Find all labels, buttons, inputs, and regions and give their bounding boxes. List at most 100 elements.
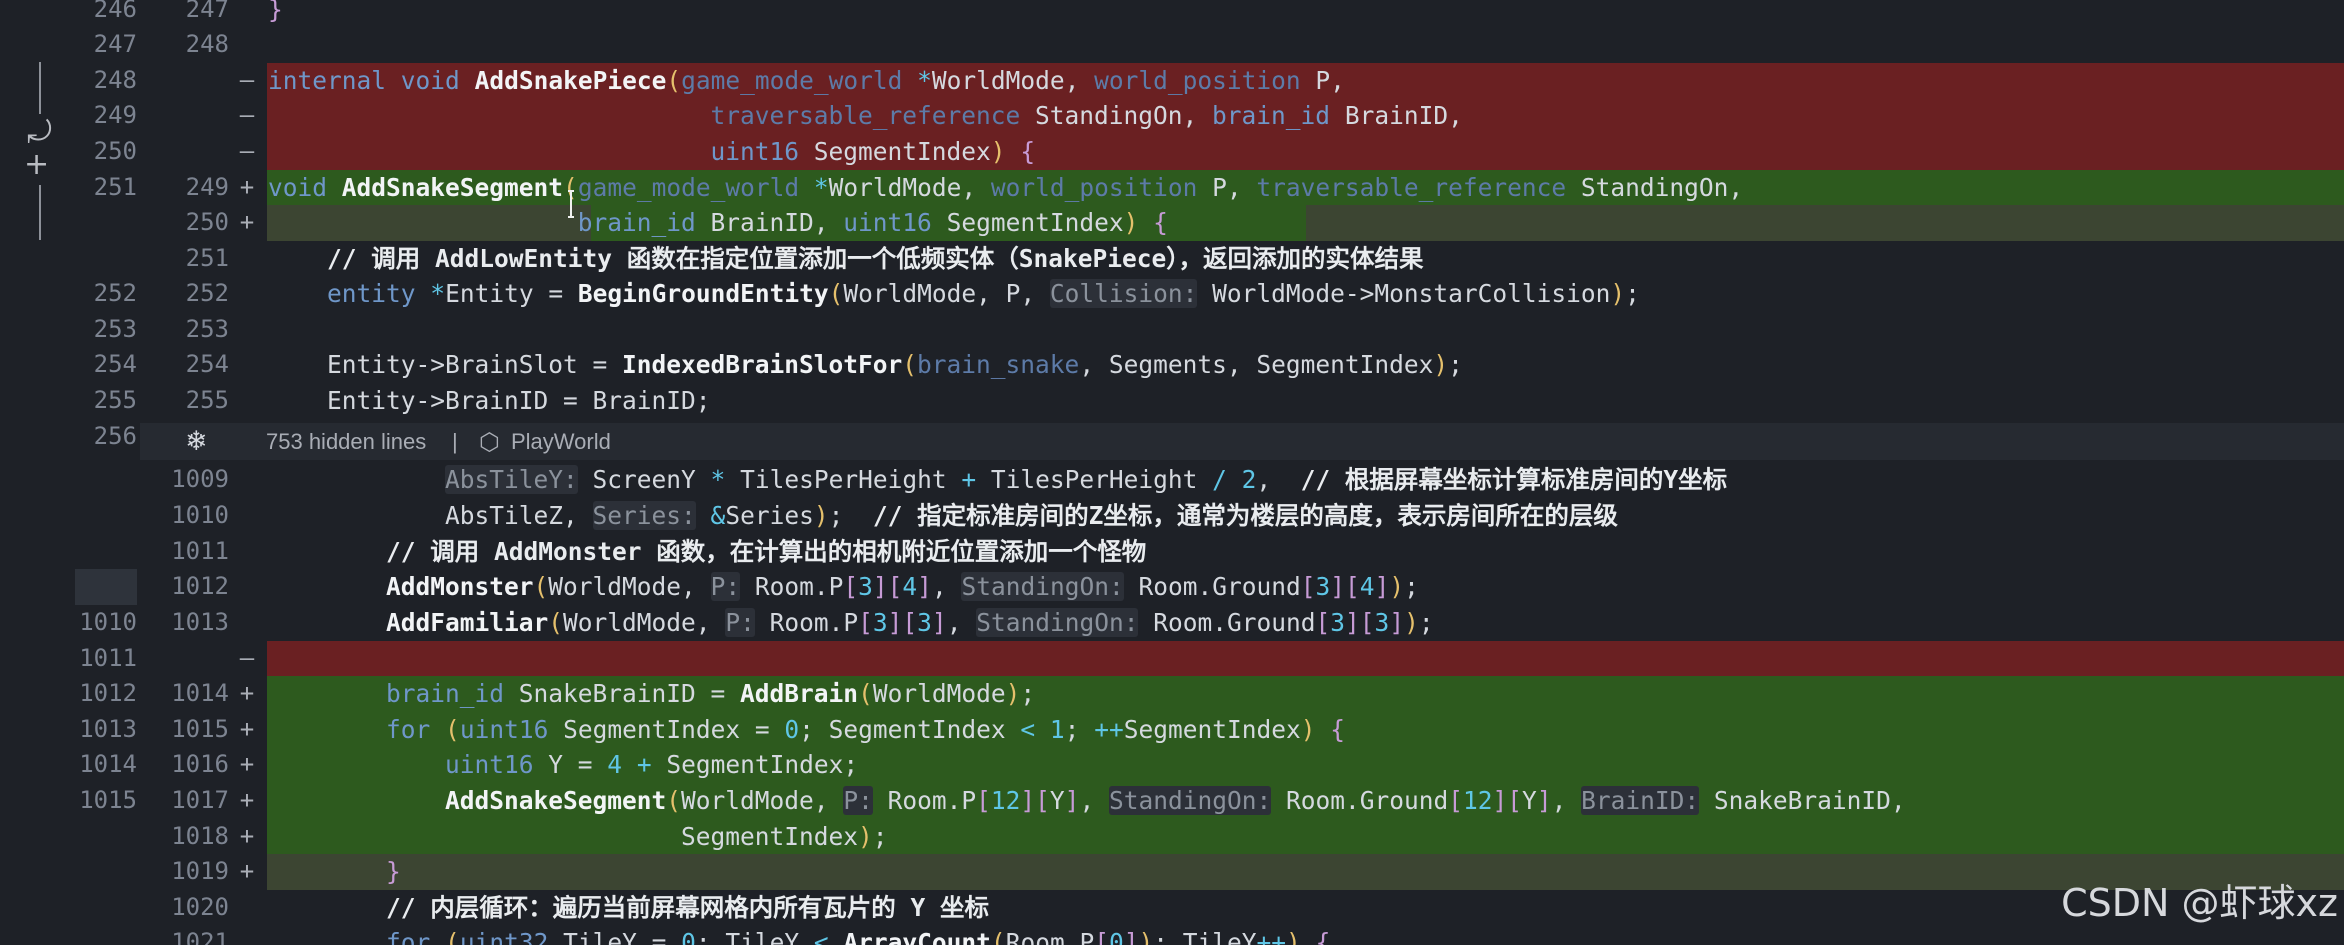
new-line-number: 1015 [171,715,229,743]
added-line[interactable]: 1013 1015 + for (uint16 SegmentIndex = 0; … [75,712,2344,748]
deleted-line[interactable]: 249 — traversable_reference StandingOn, b… [75,98,2344,134]
gutter-divider [39,185,41,240]
code-line[interactable]: 246 247} [75,0,2344,28]
new-line-number: 252 [185,279,229,307]
new-line-number: 1017 [171,786,229,814]
new-line-number: 254 [185,350,229,378]
code-text[interactable]: Entity->BrainID = BrainID; [268,383,711,419]
code-text[interactable]: AbsTileZ, Series: &Series); // 指定标准房间的Z坐… [268,498,1618,534]
old-line-number [75,569,137,605]
code-text[interactable]: for (uint32 TileY = 0; TileY < ArrayCoun… [268,925,1330,945]
old-line-number: 248 [93,66,137,94]
code-text[interactable]: SegmentIndex); [268,819,888,855]
line-marker [235,383,259,419]
old-line-number: 1011 [79,644,137,672]
code-text[interactable]: } [268,0,283,28]
new-line-number [137,134,229,170]
diff-editor[interactable]: 246 247} 247 248 248 — internal void AddSnakeP… [75,0,2344,945]
code-line[interactable]: 255 255 Entity->BrainID = BrainID; [75,383,2344,419]
code-line[interactable]: 254 254 Entity->BrainSlot = IndexedBrainS… [75,347,2344,383]
code-text[interactable]: AbsTileY: ScreenY * TilesPerHeight + Til… [268,462,1727,498]
code-line[interactable]: 253 253 [75,312,2344,348]
deleted-line[interactable]: 248 — internal void AddSnakePiece(game_mod… [75,63,2344,99]
code-text[interactable]: AddSnakeSegment(WorldMode, P: Room.P[12]… [268,783,1906,819]
line-marker [235,890,259,926]
new-line-number: 250 [185,208,229,236]
deleted-marker: — [239,644,255,672]
code-line[interactable]: 251 // 调用 AddLowEntity 函数在指定位置添加一个低频实体（S… [75,241,2344,277]
code-line[interactable]: 1010 1013 AddFamiliar(WorldMode, P: Room.… [75,605,2344,641]
snowflake-expand-icon[interactable]: ❄ [185,427,208,457]
old-line-number: 1013 [79,715,137,743]
code-line[interactable]: 252 252 entity *Entity = BeginGroundEntit… [75,276,2344,312]
code-text[interactable]: // 内层循环：遍历当前屏幕网格内所有瓦片的 Y 坐标 [268,890,989,926]
code-line[interactable]: 1012 AddMonster(WorldMode, P: Room.P[3][… [75,569,2344,605]
new-line-number: 1013 [171,608,229,636]
new-line-number: 249 [185,173,229,201]
added-line[interactable]: 1012 1014 + brain_id SnakeBrainID = AddBra… [75,676,2344,712]
new-line-number: 1009 [171,465,229,493]
code-text[interactable]: void AddSnakeSegment(game_mode_world *Wo… [268,170,1743,206]
new-line-number: 1016 [171,750,229,778]
line-marker [235,569,259,605]
code-text[interactable]: uint16 SegmentIndex) { [268,134,1036,170]
deleted-line[interactable]: 1011 — [75,641,2344,677]
old-line-number: 251 [93,173,137,201]
deleted-line[interactable]: 250 — uint16 SegmentIndex) { [75,134,2344,170]
code-line[interactable]: 1010 AbsTileZ, Series: &Series); // 指定标准… [75,498,2344,534]
added-line[interactable]: 251 249 + void AddSnakeSegment(game_mode_wo… [75,170,2344,206]
code-text[interactable]: internal void AddSnakePiece(game_mode_wo… [268,63,1345,99]
added-line[interactable]: 250 + brain_id BrainID, uint16 SegmentInd… [75,205,2344,241]
added-line[interactable]: 1014 1016 + uint16 Y = 4 + SegmentIndex; [75,747,2344,783]
added-marker: + [239,786,255,814]
new-line-number: 251 [185,244,229,272]
added-marker: + [239,822,255,850]
code-line[interactable]: 1011 // 调用 AddMonster 函数，在计算出的相机附近位置添加一个… [75,534,2344,570]
code-line[interactable]: 1009 AbsTileY: ScreenY * TilesPerHeight … [75,462,2344,498]
scope-label[interactable]: PlayWorld [511,427,611,457]
old-line-number: 1015 [79,786,137,814]
code-text[interactable]: brain_id BrainID, uint16 SegmentIndex) { [268,205,1168,241]
code-line[interactable]: 1021 for (uint32 TileY = 0; TileY < Arra… [75,925,2344,945]
new-line-number [137,98,229,134]
code-text[interactable]: for (uint16 SegmentIndex = 0; SegmentInd… [268,712,1345,748]
code-text[interactable]: uint16 Y = 4 + SegmentIndex; [268,747,858,783]
deleted-marker: — [239,66,255,94]
old-line-number: 252 [93,279,137,307]
code-text[interactable]: // 调用 AddMonster 函数，在计算出的相机附近位置添加一个怪物 [268,534,1146,570]
code-text[interactable]: brain_id SnakeBrainID = AddBrain(WorldMo… [268,676,1035,712]
code-text[interactable]: AddFamiliar(WorldMode, P: Room.P[3][3], … [268,605,1434,641]
added-marker: + [239,173,255,201]
added-line[interactable]: 1015 1017 + AddSnakeSegment(WorldMode, P: … [75,783,2344,819]
old-line-number [75,890,137,926]
line-marker [235,27,259,63]
old-line-number: 246 [93,0,137,23]
old-line-number [75,925,137,945]
code-text[interactable]: } [268,854,401,890]
added-line[interactable]: 1019 + } [75,854,2344,890]
code-text[interactable]: traversable_reference StandingOn, brain_… [268,98,1463,134]
new-line-number: 1020 [171,893,229,921]
new-line-number: 253 [185,315,229,343]
undo-arrow-icon[interactable]: ⤾ [27,118,52,148]
code-line[interactable]: 1020 // 内层循环：遍历当前屏幕网格内所有瓦片的 Y 坐标 [75,890,2344,926]
plus-icon[interactable]: + [24,150,49,180]
new-line-number: 1014 [171,679,229,707]
code-text[interactable]: // 调用 AddLowEntity 函数在指定位置添加一个低频实体（Snake… [268,241,1424,277]
hidden-lines-label[interactable]: 753 hidden lines [266,427,426,457]
line-marker [235,347,259,383]
new-line-number [137,63,229,99]
hidden-lines-bar[interactable] [140,423,2344,460]
old-line-number [75,854,137,890]
change-gutter: ⤾ + [0,0,75,945]
line-marker [235,498,259,534]
code-text[interactable]: Entity->BrainSlot = IndexedBrainSlotFor(… [268,347,1463,383]
line-marker [235,0,259,28]
code-text[interactable]: AddMonster(WorldMode, P: Room.P[3][4], S… [268,569,1419,605]
line-marker [235,241,259,277]
old-line-number: 255 [93,386,137,414]
new-line-number: 255 [185,386,229,414]
code-text[interactable]: entity *Entity = BeginGroundEntity(World… [268,276,1640,312]
added-line[interactable]: 1018 + SegmentIndex); [75,819,2344,855]
code-line[interactable]: 247 248 [75,27,2344,63]
